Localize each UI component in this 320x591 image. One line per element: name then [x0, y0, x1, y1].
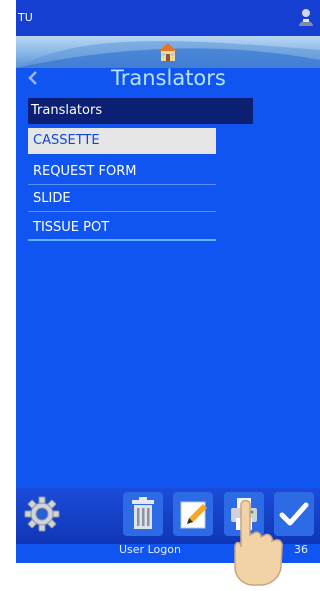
list-item-request-form[interactable]: REQUEST FORM — [28, 159, 216, 185]
user-icon[interactable] — [298, 7, 314, 31]
status-text: TU — [18, 11, 33, 24]
page-title: Translators — [111, 66, 226, 90]
list-item-cassette[interactable]: CASSETTE — [28, 128, 216, 154]
settings-button[interactable] — [22, 492, 62, 536]
trash-icon — [123, 497, 163, 540]
user-logon-label[interactable]: User Logon — [119, 543, 181, 556]
list-item-tissue-pot[interactable]: TISSUE POT — [28, 215, 216, 241]
list-item-slide[interactable]: SLIDE — [28, 186, 216, 212]
status-bar: TU — [16, 0, 320, 36]
pointing-hand-icon — [223, 497, 303, 591]
list-header: Translators — [28, 98, 253, 124]
title-row: Translators — [16, 66, 320, 92]
home-icon[interactable] — [158, 42, 178, 66]
edit-button[interactable] — [173, 492, 213, 536]
chevron-left-icon[interactable] — [28, 70, 38, 91]
device-screen: TU Translators Translators CASSETTE REQU… — [16, 0, 320, 563]
delete-button[interactable] — [123, 492, 163, 536]
gear-icon — [22, 496, 62, 540]
home-bar — [16, 36, 320, 68]
pencil-icon — [173, 501, 213, 540]
